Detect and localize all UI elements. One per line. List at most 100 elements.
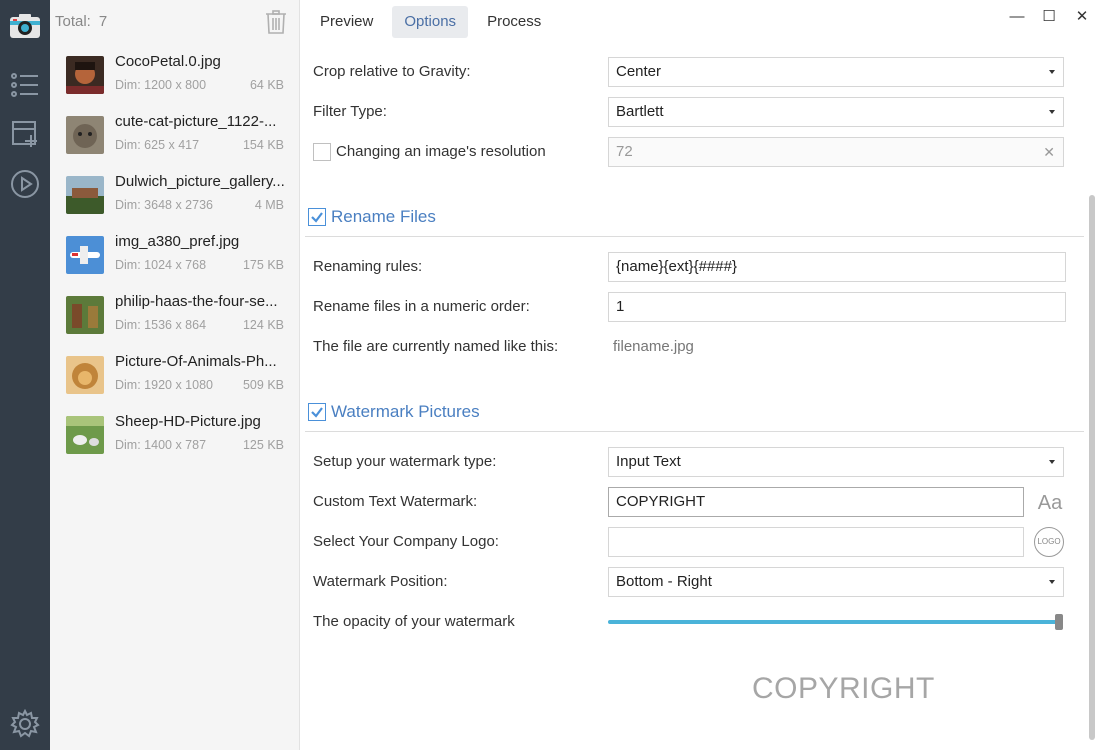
file-size: 124 KB: [242, 318, 284, 332]
list-icon[interactable]: [5, 65, 45, 105]
app-window: Total: 7 CocoPetal.0.jpg Dim: 1200 x 800 64…: [0, 0, 1100, 750]
file-size: 175 KB: [242, 258, 284, 272]
file-name: Picture-Of-Animals-Ph...: [115, 353, 277, 370]
file-dimensions: Dim: 1536 x 864: [115, 318, 207, 332]
company-logo-label: Select Your Company Logo:: [313, 533, 499, 550]
file-dimensions: Dim: 1920 x 1080: [115, 378, 213, 392]
crop-gravity-label: Crop relative to Gravity:: [313, 63, 471, 80]
rename-files-checkbox[interactable]: [308, 208, 326, 226]
file-dimensions: Dim: 3648 x 2736: [115, 198, 213, 212]
tab-options[interactable]: Options: [392, 6, 469, 38]
watermark-position-value: Bottom - Right: [616, 573, 712, 590]
custom-text-input[interactable]: COPYRIGHT: [608, 487, 1024, 517]
custom-text-value: COPYRIGHT: [616, 493, 706, 510]
opacity-slider[interactable]: [608, 620, 1063, 624]
file-name: cute-cat-picture_1122-...: [115, 113, 277, 130]
watermark-preview: COPYRIGHT: [752, 672, 935, 705]
minimize-button[interactable]: —: [1005, 6, 1029, 26]
file-dimensions: Dim: 1024 x 768: [115, 258, 207, 272]
list-item[interactable]: philip-haas-the-four-se... Dim: 1536 x 86…: [50, 290, 299, 350]
settings-icon[interactable]: [5, 704, 45, 744]
image-thumbnail: [66, 176, 104, 214]
total-count: Total: 7: [55, 13, 115, 30]
chevron-down-icon: [1049, 110, 1055, 114]
total-value: 7: [98, 13, 108, 30]
chevron-down-icon: [1049, 70, 1055, 74]
total-label: Total:: [55, 13, 91, 30]
play-icon[interactable]: [5, 164, 45, 204]
image-thumbnail: [66, 116, 104, 154]
chevron-down-icon: [1049, 580, 1055, 584]
divider: [305, 431, 1084, 432]
image-thumbnail: [66, 416, 104, 454]
watermark-type-select[interactable]: Input Text: [608, 447, 1064, 477]
resolution-input[interactable]: 72 ✕: [608, 137, 1064, 167]
watermark-checkbox[interactable]: [308, 403, 326, 421]
file-name: Dulwich_picture_gallery...: [115, 173, 285, 190]
company-logo-input[interactable]: [608, 527, 1024, 557]
list-item[interactable]: CocoPetal.0.jpg Dim: 1200 x 800 64 KB: [50, 50, 299, 110]
file-name: CocoPetal.0.jpg: [115, 53, 221, 70]
file-size: 64 KB: [249, 78, 284, 92]
tab-preview[interactable]: Preview: [308, 6, 385, 38]
renaming-rules-input[interactable]: {name}{ext}{####}: [608, 252, 1066, 282]
filter-type-value: Bartlett: [616, 103, 664, 120]
numeric-order-input[interactable]: 1: [608, 292, 1066, 322]
main-panel: Preview Options Process — ☐ ✕ Crop relat…: [300, 0, 1100, 750]
current-name-value: filename.jpg: [613, 338, 694, 355]
list-item[interactable]: Sheep-HD-Picture.jpg Dim: 1400 x 787 125 K…: [50, 410, 299, 470]
list-item[interactable]: Dulwich_picture_gallery... Dim: 3648 x 27…: [50, 170, 299, 230]
nav-rail: [0, 0, 50, 750]
watermark-position-select[interactable]: Bottom - Right: [608, 567, 1064, 597]
clear-icon[interactable]: ✕: [1043, 138, 1055, 166]
image-thumbnail: [66, 56, 104, 94]
trash-icon[interactable]: [265, 10, 289, 36]
image-thumbnail: [66, 296, 104, 334]
file-size: 509 KB: [242, 378, 284, 392]
watermark-type-label: Setup your watermark type:: [313, 453, 497, 470]
watermark-heading: Watermark Pictures: [331, 402, 480, 421]
opacity-label: The opacity of your watermark: [313, 613, 515, 630]
custom-text-label: Custom Text Watermark:: [313, 493, 478, 510]
renaming-rules-value: {name}{ext}{####}: [616, 258, 737, 275]
image-thumbnail: [66, 236, 104, 274]
opacity-slider-handle[interactable]: [1055, 614, 1063, 630]
file-list-panel: Total: 7 CocoPetal.0.jpg Dim: 1200 x 800 64…: [50, 0, 300, 750]
renaming-rules-label: Renaming rules:: [313, 258, 423, 275]
resolution-checkbox[interactable]: [313, 143, 331, 161]
camera-app-icon[interactable]: [5, 6, 45, 46]
resolution-value: 72: [616, 143, 633, 160]
add-panel-icon[interactable]: [5, 114, 45, 154]
crop-gravity-select[interactable]: Center: [608, 57, 1064, 87]
file-name: img_a380_pref.jpg: [115, 233, 240, 250]
watermark-position-label: Watermark Position:: [313, 573, 448, 590]
filter-type-label: Filter Type:: [313, 103, 387, 120]
file-name: Sheep-HD-Picture.jpg: [115, 413, 261, 430]
list-item[interactable]: cute-cat-picture_1122-... Dim: 625 x 417 1…: [50, 110, 299, 170]
scrollbar[interactable]: [1089, 195, 1095, 740]
list-item[interactable]: img_a380_pref.jpg Dim: 1024 x 768 175 KB: [50, 230, 299, 290]
numeric-order-label: Rename files in a numeric order:: [313, 298, 530, 315]
image-thumbnail: [66, 356, 104, 394]
resolution-label: Changing an image's resolution: [336, 143, 546, 160]
close-button[interactable]: ✕: [1070, 6, 1094, 26]
list-item[interactable]: Picture-Of-Animals-Ph... Dim: 1920 x 1080…: [50, 350, 299, 410]
file-dimensions: Dim: 1200 x 800: [115, 78, 207, 92]
filter-type-select[interactable]: Bartlett: [608, 97, 1064, 127]
file-dimensions: Dim: 1400 x 787: [115, 438, 207, 452]
numeric-order-value: 1: [616, 298, 625, 315]
font-icon[interactable]: Aa: [1035, 488, 1065, 518]
divider: [305, 236, 1084, 237]
crop-gravity-value: Center: [616, 63, 662, 80]
maximize-button[interactable]: ☐: [1037, 6, 1061, 26]
watermark-type-value: Input Text: [616, 453, 681, 470]
file-size: 4 MB: [254, 198, 284, 212]
current-name-label: The file are currently named like this:: [313, 338, 559, 355]
logo-icon[interactable]: LOGO: [1034, 527, 1064, 557]
tab-process[interactable]: Process: [475, 6, 553, 38]
file-size: 154 KB: [242, 138, 284, 152]
rename-files-heading: Rename Files: [331, 207, 436, 226]
file-size: 125 KB: [242, 438, 284, 452]
chevron-down-icon: [1049, 460, 1055, 464]
tab-bar: Preview Options Process: [308, 6, 560, 38]
